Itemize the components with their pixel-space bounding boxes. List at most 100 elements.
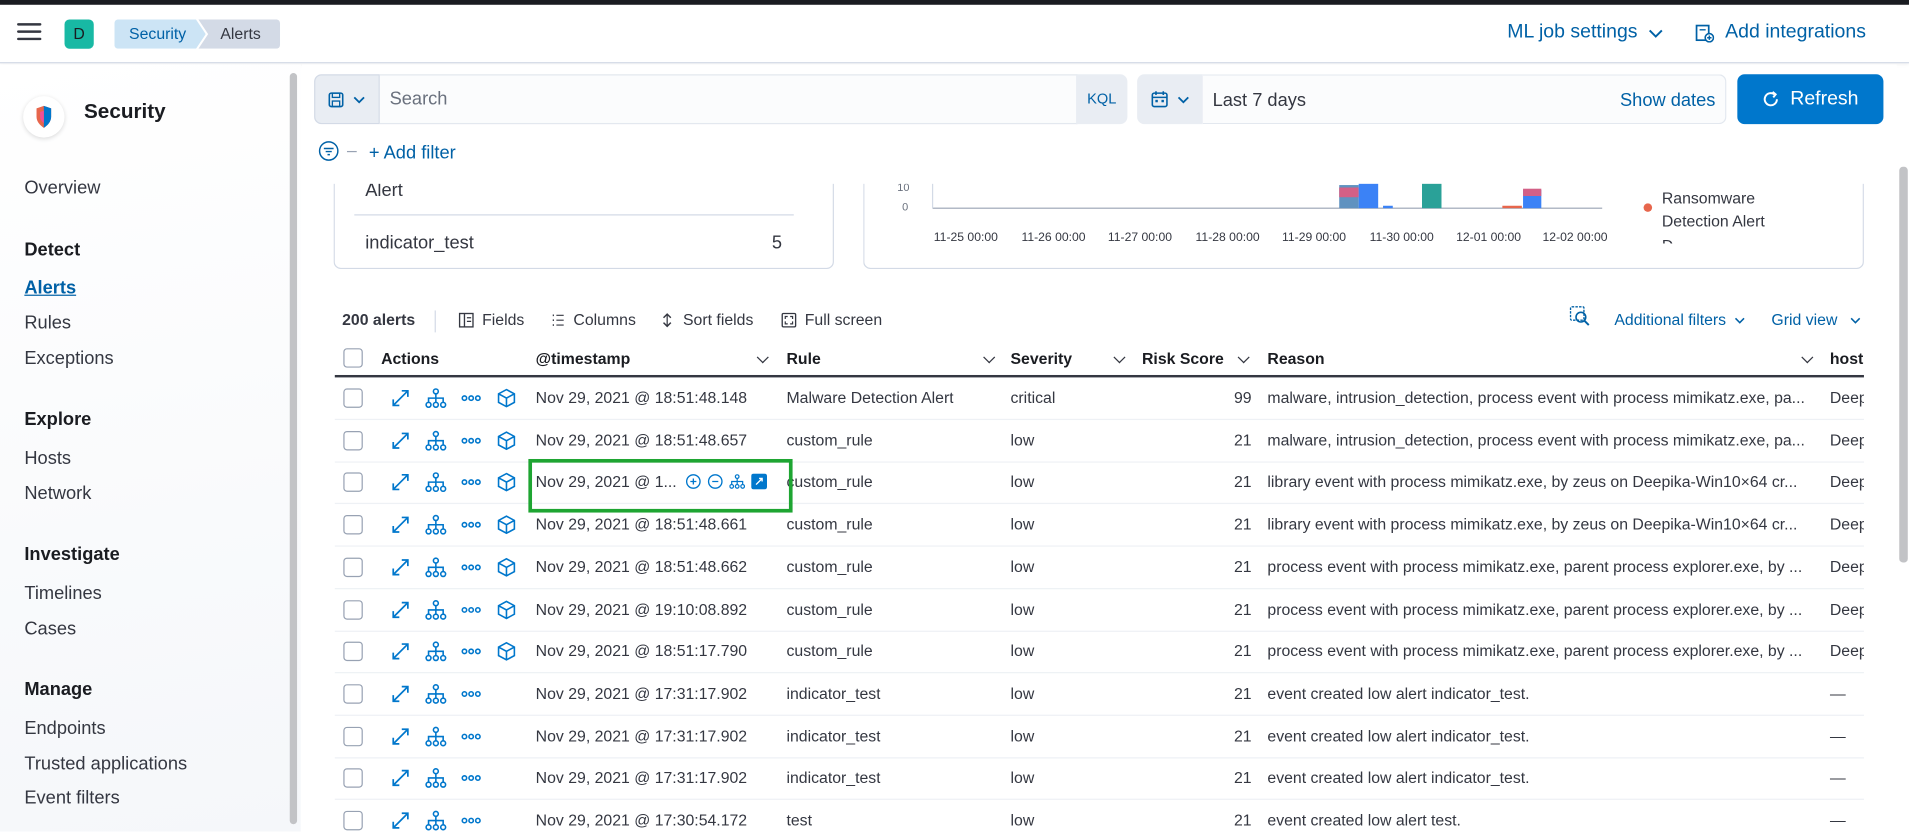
more-actions-button[interactable] [460, 599, 482, 621]
filter-menu-button[interactable] [318, 140, 357, 162]
session-view-button[interactable] [496, 556, 518, 578]
show-dates-button[interactable]: Show dates [1620, 90, 1715, 111]
full-screen-button[interactable]: Full screen [780, 310, 882, 329]
session-view-button[interactable] [496, 471, 518, 493]
sidebar-item-hosts[interactable]: Hosts [24, 448, 71, 469]
rule-cell[interactable]: custom_rule [786, 431, 872, 449]
more-actions-button[interactable] [460, 387, 482, 409]
rule-cell[interactable]: custom_rule [786, 600, 872, 618]
chevron-down-icon[interactable] [1113, 351, 1126, 364]
date-range-field[interactable]: Last 7 days Show dates [1202, 74, 1727, 125]
row-checkbox[interactable] [343, 726, 363, 747]
more-actions-button[interactable] [460, 514, 482, 536]
session-view-button[interactable] [496, 599, 518, 621]
analyze-graph-button[interactable] [425, 640, 447, 662]
add-integrations-button[interactable]: Add integrations [1695, 22, 1866, 44]
rule-cell[interactable]: custom_rule [786, 515, 872, 533]
more-actions-button[interactable] [460, 556, 482, 578]
column-header-severity[interactable]: Severity [1011, 349, 1073, 367]
sidebar-scrollbar[interactable] [289, 73, 298, 825]
inspect-button[interactable] [1569, 306, 1591, 334]
chevron-down-icon[interactable] [1237, 351, 1250, 364]
sort-fields-button[interactable]: Sort fields [659, 310, 753, 329]
column-header-reason[interactable]: Reason [1267, 349, 1324, 367]
column-header-risk-score[interactable]: Risk Score [1142, 349, 1224, 367]
analyze-graph-button[interactable] [425, 471, 447, 493]
analyze-graph-button[interactable] [425, 430, 447, 452]
expand-event-button[interactable] [390, 430, 412, 452]
row-checkbox[interactable] [343, 430, 363, 451]
sidebar-item-cases[interactable]: Cases [24, 618, 76, 639]
refresh-button[interactable]: Refresh [1737, 74, 1884, 125]
analyze-graph-button[interactable] [425, 599, 447, 621]
expand-event-button[interactable] [390, 471, 412, 493]
columns-button[interactable]: Columns [549, 310, 636, 329]
analyze-graph-button[interactable] [425, 683, 447, 705]
rule-cell[interactable]: custom_rule [786, 642, 872, 660]
expand-event-button[interactable] [390, 599, 412, 621]
rule-cell[interactable]: custom_rule [786, 472, 872, 490]
row-checkbox[interactable] [343, 472, 363, 492]
analyze-graph-button[interactable] [425, 556, 447, 578]
expand-event-button[interactable] [390, 726, 412, 748]
space-avatar[interactable]: D [64, 19, 94, 49]
more-actions-button[interactable] [460, 810, 482, 832]
sidebar-item-overview[interactable]: Overview [24, 178, 100, 199]
fields-button[interactable]: Fields [458, 310, 524, 329]
chevron-down-icon[interactable] [756, 351, 769, 364]
row-checkbox[interactable] [343, 557, 363, 578]
more-actions-button[interactable] [460, 430, 482, 452]
quick-date-menu-button[interactable] [1137, 74, 1203, 125]
analyze-graph-button[interactable] [425, 810, 447, 832]
expand-event-button[interactable] [390, 387, 412, 409]
search-field[interactable] [379, 74, 1078, 125]
sidebar-item-event-filters[interactable]: Event filters [24, 788, 119, 809]
row-checkbox[interactable] [343, 600, 363, 620]
column-header-timestamp[interactable]: @timestamp [536, 349, 631, 367]
rule-cell[interactable]: test [786, 811, 812, 829]
row-checkbox[interactable] [343, 810, 363, 831]
breadcrumb-security[interactable]: Security [114, 19, 205, 48]
column-header-host[interactable]: host [1830, 349, 1863, 367]
session-view-button[interactable] [496, 514, 518, 536]
additional-filters-button[interactable]: Additional filters [1614, 310, 1745, 329]
expand-event-button[interactable] [390, 767, 412, 789]
analyze-graph-button[interactable] [425, 767, 447, 789]
sidebar-item-alerts[interactable]: Alerts [24, 278, 76, 299]
chevron-down-icon[interactable] [983, 351, 996, 364]
rule-cell[interactable]: indicator_test [786, 684, 880, 702]
row-checkbox[interactable] [343, 684, 363, 704]
row-checkbox[interactable] [343, 768, 363, 788]
rule-cell[interactable]: custom_rule [786, 558, 872, 576]
rule-cell[interactable]: indicator_test [786, 727, 880, 745]
menu-toggle-button[interactable] [17, 23, 42, 42]
analyze-graph-button[interactable] [425, 387, 447, 409]
rule-cell[interactable]: indicator_test [786, 768, 880, 786]
more-actions-button[interactable] [460, 726, 482, 748]
legend-item[interactable]: Ransomware Detection Alert [1662, 186, 1808, 232]
expand-event-button[interactable] [390, 683, 412, 705]
expand-event-button[interactable] [390, 640, 412, 662]
sidebar-item-endpoints[interactable]: Endpoints [24, 718, 105, 739]
session-view-button[interactable] [496, 430, 518, 452]
row-checkbox[interactable] [343, 388, 363, 408]
expand-event-button[interactable] [390, 810, 412, 832]
analyze-graph-button[interactable] [425, 514, 447, 536]
sidebar-item-network[interactable]: Network [24, 483, 91, 504]
saved-query-button[interactable] [314, 74, 380, 125]
panel-row-name[interactable]: indicator_test [365, 233, 474, 254]
expand-event-button[interactable] [390, 514, 412, 536]
session-view-button[interactable] [496, 387, 518, 409]
ml-job-settings-button[interactable]: ML job settings [1507, 22, 1664, 44]
sidebar-item-exceptions[interactable]: Exceptions [24, 348, 113, 369]
column-header-rule[interactable]: Rule [786, 349, 820, 367]
main-scrollbar[interactable] [1899, 166, 1908, 563]
sidebar-item-trusted-applications[interactable]: Trusted applications [24, 754, 187, 775]
expand-event-button[interactable] [390, 556, 412, 578]
more-actions-button[interactable] [460, 640, 482, 662]
sidebar-item-timelines[interactable]: Timelines [24, 583, 101, 604]
add-filter-button[interactable]: + Add filter [369, 142, 456, 163]
more-actions-button[interactable] [460, 683, 482, 705]
search-input[interactable] [379, 75, 1077, 123]
grid-view-button[interactable]: Grid view [1771, 310, 1861, 329]
